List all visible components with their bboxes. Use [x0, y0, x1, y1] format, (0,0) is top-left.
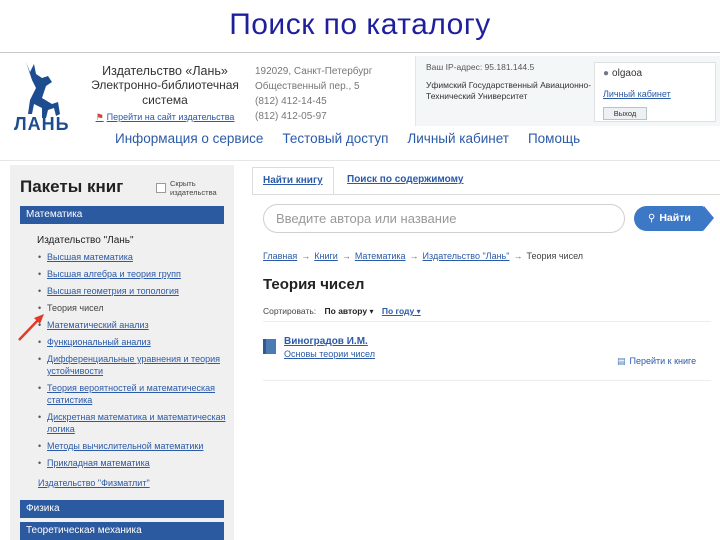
- organization-box: Ваш IP-адрес: 95.181.144.5 Уфимский Госу…: [415, 56, 720, 126]
- breadcrumb-home[interactable]: Главная: [263, 251, 297, 261]
- sort-label: Сортировать:: [263, 306, 317, 316]
- user-cabinet-link[interactable]: Личный кабинет: [603, 89, 671, 99]
- subcategory-item[interactable]: Теория вероятностей и математическая ста…: [38, 382, 228, 406]
- sort-by-year-label: По году: [381, 306, 415, 316]
- publisher-sub-1: Электронно-библиотечная: [91, 78, 239, 92]
- user-name-label: olgaoa: [612, 68, 643, 79]
- address-block: 192029, Санкт-Петербург Общественный пер…: [255, 64, 405, 124]
- tab-content-search-label: Поиск по содержимому: [347, 174, 464, 185]
- logo-text: ЛАНЬ: [14, 114, 70, 134]
- book-author-link[interactable]: Виноградов И.М.: [284, 336, 368, 347]
- book-open-icon: ▤: [617, 356, 626, 366]
- sort-by-year[interactable]: По году ▾: [382, 306, 421, 316]
- breadcrumb-current: Теория чисел: [526, 251, 584, 261]
- subcategory-item[interactable]: Математический анализ: [38, 319, 228, 331]
- sidebar-title: Пакеты книг: [20, 177, 124, 196]
- sort-by-author[interactable]: По автору ▾: [325, 306, 374, 316]
- tab-divider: [252, 194, 720, 195]
- publisher-group-label: Издательство "Лань": [37, 235, 134, 246]
- publisher-fizmatlit-link[interactable]: Издательство "Физматлит": [38, 478, 150, 488]
- search-button-label: Найти: [659, 212, 691, 224]
- address-line: Общественный пер., 5: [255, 81, 360, 92]
- user-panel: ● olgaoa Личный кабинет Выход: [594, 62, 716, 122]
- ip-address: Ваш IP-адрес: 95.181.144.5: [426, 62, 535, 72]
- user-icon: ●: [603, 68, 610, 79]
- search-input[interactable]: Введите автора или название: [263, 204, 625, 233]
- slide-title: Поиск по каталогу: [229, 8, 491, 41]
- goto-book-label: Перейти к книге: [629, 356, 697, 366]
- breadcrumb-separator: →: [409, 251, 419, 261]
- hide-publishers-label: Скрыть издательства: [170, 179, 217, 197]
- sort-by-author-label: По автору: [324, 306, 368, 316]
- breadcrumb-separator: →: [301, 251, 311, 261]
- subcategory-link[interactable]: Дифференциальные уравнения и теория усто…: [47, 354, 220, 376]
- subcategory-list: Высшая математика Высшая алгебра и теори…: [38, 251, 228, 474]
- search-icon: ⚲: [648, 213, 656, 224]
- logout-button[interactable]: Выход: [603, 107, 647, 120]
- category-physics[interactable]: Физика: [20, 500, 224, 518]
- subcategory-link[interactable]: Математический анализ: [47, 320, 149, 330]
- sort-row: Сортировать: По автору ▾ По году ▾: [263, 306, 421, 316]
- breadcrumb-separator: →: [513, 251, 523, 261]
- publisher-block: Издательство «Лань» Электронно-библиотеч…: [90, 64, 240, 123]
- nav-cabinet[interactable]: Личный кабинет: [407, 131, 509, 146]
- header-divider: [0, 52, 720, 53]
- subcategory-link[interactable]: Высшая алгебра и теория групп: [47, 269, 181, 279]
- subcategory-item[interactable]: Методы вычислительной математики: [38, 440, 228, 452]
- nav-test-access[interactable]: Тестовый доступ: [282, 131, 388, 146]
- subcategory-item[interactable]: Дифференциальные уравнения и теория усто…: [38, 353, 228, 377]
- phone-line: (812) 412-05-97: [255, 111, 327, 122]
- nav-service-info[interactable]: Информация о сервисе: [115, 131, 263, 146]
- chevron-down-icon: ▾: [416, 307, 421, 316]
- subcategory-item[interactable]: Высшая геометрия и топология: [38, 285, 228, 297]
- search-button[interactable]: ⚲ Найти: [634, 206, 714, 231]
- tab-content-search[interactable]: Поиск по содержимому: [337, 167, 473, 195]
- subcategory-item-active[interactable]: Теория чисел: [38, 302, 228, 314]
- subcategory-item[interactable]: Высшая математика: [38, 251, 228, 263]
- user-name: ● olgaoa: [603, 68, 642, 79]
- tab-find-book[interactable]: Найти книгу: [252, 167, 334, 195]
- site-link-label: Перейти на сайт издательства: [106, 112, 235, 122]
- hide-publishers-checkbox[interactable]: [156, 183, 166, 193]
- breadcrumb-math[interactable]: Математика: [355, 251, 406, 261]
- book-icon: [263, 339, 276, 354]
- tab-find-book-label: Найти книгу: [263, 175, 323, 186]
- subcategory-link-active[interactable]: Теория чисел: [47, 303, 104, 313]
- home-icon: ⚑: [95, 112, 104, 122]
- subcategory-link[interactable]: Теория вероятностей и математическая ста…: [47, 383, 215, 405]
- breadcrumb-separator: →: [341, 251, 351, 261]
- main-nav: Информация о сервисе Тестовый доступ Лич…: [115, 131, 580, 146]
- subcategory-link[interactable]: Методы вычислительной математики: [47, 441, 203, 451]
- subcategory-link[interactable]: Функциональный анализ: [47, 337, 151, 347]
- subcategory-item[interactable]: Дискретная математика и математическая л…: [38, 411, 228, 435]
- book-title-link[interactable]: Основы теории чисел: [284, 349, 375, 359]
- subcategory-item[interactable]: Высшая алгебра и теория групп: [38, 268, 228, 280]
- category-mathematics[interactable]: Математика: [20, 206, 224, 224]
- result-divider: [263, 380, 711, 381]
- subcategory-link[interactable]: Дискретная математика и математическая л…: [47, 412, 225, 434]
- category-mechanics[interactable]: Теоретическая механика: [20, 522, 224, 540]
- subcategory-item[interactable]: Функциональный анализ: [38, 336, 228, 348]
- publisher-name: Издательство «Лань»: [102, 64, 228, 78]
- breadcrumb-publisher[interactable]: Издательство "Лань": [423, 251, 510, 261]
- publisher-sub-2: система: [142, 93, 188, 107]
- subcategory-link[interactable]: Высшая математика: [47, 252, 133, 262]
- red-arrow-icon: [18, 314, 44, 341]
- subcategory-item[interactable]: Прикладная математика: [38, 457, 228, 469]
- breadcrumb-books[interactable]: Книги: [314, 251, 338, 261]
- chevron-down-icon: ▾: [369, 307, 374, 316]
- address-line: 192029, Санкт-Петербург: [255, 66, 373, 77]
- subcategory-link[interactable]: Высшая геометрия и топология: [47, 286, 179, 296]
- goto-book-link[interactable]: ▤ Перейти к книге: [617, 356, 696, 367]
- nav-help[interactable]: Помощь: [528, 131, 580, 146]
- page-title: Теория чисел: [263, 276, 365, 293]
- sidebar: Пакеты книг Скрыть издательства Математи…: [10, 165, 234, 540]
- site-link[interactable]: ⚑ Перейти на сайт издательства: [90, 112, 240, 123]
- nav-divider: [0, 160, 720, 161]
- subcategory-link[interactable]: Прикладная математика: [47, 458, 150, 468]
- sort-divider: [263, 321, 711, 322]
- phone-line: (812) 412-14-45: [255, 96, 327, 107]
- breadcrumb: Главная → Книги → Математика → Издательство "Л…: [263, 251, 583, 261]
- organization-name: Уфимский Государственный Авиационно-Техн…: [426, 80, 592, 101]
